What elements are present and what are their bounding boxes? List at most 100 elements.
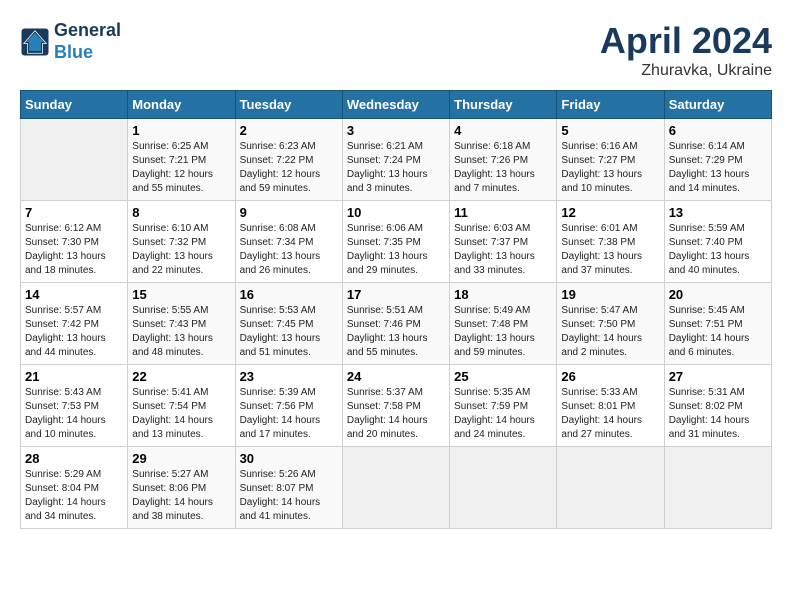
logo-icon bbox=[20, 27, 50, 57]
day-number: 29 bbox=[132, 451, 230, 466]
calendar-cell: 14 Sunrise: 5:57 AM Sunset: 7:42 PM Dayli… bbox=[21, 283, 128, 365]
calendar-week-4: 21 Sunrise: 5:43 AM Sunset: 7:53 PM Dayli… bbox=[21, 365, 772, 447]
day-number: 3 bbox=[347, 123, 445, 138]
calendar-cell bbox=[21, 119, 128, 201]
day-info: Sunrise: 5:29 AM Sunset: 8:04 PM Dayligh… bbox=[25, 468, 123, 524]
calendar-cell: 18 Sunrise: 5:49 AM Sunset: 7:48 PM Dayli… bbox=[450, 283, 557, 365]
day-info: Sunrise: 5:47 AM Sunset: 7:50 PM Dayligh… bbox=[561, 304, 659, 360]
calendar-week-1: 1 Sunrise: 6:25 AM Sunset: 7:21 PM Daylig… bbox=[21, 119, 772, 201]
calendar-cell: 28 Sunrise: 5:29 AM Sunset: 8:04 PM Dayli… bbox=[21, 447, 128, 529]
calendar-cell: 10 Sunrise: 6:06 AM Sunset: 7:35 PM Dayli… bbox=[342, 201, 449, 283]
day-info: Sunrise: 6:06 AM Sunset: 7:35 PM Dayligh… bbox=[347, 222, 445, 278]
calendar-cell: 9Sunrise: 6:08 AM Sunset: 7:34 PM Daylig… bbox=[235, 201, 342, 283]
calendar-week-5: 28 Sunrise: 5:29 AM Sunset: 8:04 PM Dayli… bbox=[21, 447, 772, 529]
day-number: 2 bbox=[240, 123, 338, 138]
weekday-header-sunday: Sunday bbox=[21, 91, 128, 119]
calendar-cell bbox=[557, 447, 664, 529]
weekday-header-thursday: Thursday bbox=[450, 91, 557, 119]
day-info: Sunrise: 6:14 AM Sunset: 7:29 PM Dayligh… bbox=[669, 140, 767, 196]
day-number: 18 bbox=[454, 287, 552, 302]
day-number: 14 bbox=[25, 287, 123, 302]
day-info: Sunrise: 5:26 AM Sunset: 8:07 PM Dayligh… bbox=[240, 468, 338, 524]
weekday-header-friday: Friday bbox=[557, 91, 664, 119]
calendar-cell bbox=[342, 447, 449, 529]
calendar-cell: 12 Sunrise: 6:01 AM Sunset: 7:38 PM Dayli… bbox=[557, 201, 664, 283]
calendar-cell: 2 Sunrise: 6:23 AM Sunset: 7:22 PM Daylig… bbox=[235, 119, 342, 201]
calendar-table: SundayMondayTuesdayWednesdayThursdayFrid… bbox=[20, 90, 772, 529]
page-header: General Blue April 2024 Zhuravka, Ukrain… bbox=[20, 20, 772, 80]
calendar-cell: 5Sunrise: 6:16 AM Sunset: 7:27 PM Daylig… bbox=[557, 119, 664, 201]
day-info: Sunrise: 5:43 AM Sunset: 7:53 PM Dayligh… bbox=[25, 386, 123, 442]
day-number: 11 bbox=[454, 205, 552, 220]
day-info: Sunrise: 6:23 AM Sunset: 7:22 PM Dayligh… bbox=[240, 140, 338, 196]
weekday-header-monday: Monday bbox=[128, 91, 235, 119]
calendar-cell: 27Sunrise: 5:31 AM Sunset: 8:02 PM Dayli… bbox=[664, 365, 771, 447]
calendar-cell: 6 Sunrise: 6:14 AM Sunset: 7:29 PM Daylig… bbox=[664, 119, 771, 201]
day-number: 23 bbox=[240, 369, 338, 384]
day-number: 6 bbox=[669, 123, 767, 138]
calendar-cell: 22Sunrise: 5:41 AM Sunset: 7:54 PM Dayli… bbox=[128, 365, 235, 447]
day-number: 12 bbox=[561, 205, 659, 220]
day-number: 15 bbox=[132, 287, 230, 302]
calendar-cell: 1 Sunrise: 6:25 AM Sunset: 7:21 PM Daylig… bbox=[128, 119, 235, 201]
day-info: Sunrise: 6:18 AM Sunset: 7:26 PM Dayligh… bbox=[454, 140, 552, 196]
calendar-cell: 19 Sunrise: 5:47 AM Sunset: 7:50 PM Dayli… bbox=[557, 283, 664, 365]
day-info: Sunrise: 6:21 AM Sunset: 7:24 PM Dayligh… bbox=[347, 140, 445, 196]
calendar-cell: 13 Sunrise: 5:59 AM Sunset: 7:40 PM Dayli… bbox=[664, 201, 771, 283]
day-number: 19 bbox=[561, 287, 659, 302]
calendar-cell: 29 Sunrise: 5:27 AM Sunset: 8:06 PM Dayli… bbox=[128, 447, 235, 529]
calendar-cell: 25Sunrise: 5:35 AM Sunset: 7:59 PM Dayli… bbox=[450, 365, 557, 447]
day-info: Sunrise: 5:37 AM Sunset: 7:58 PM Dayligh… bbox=[347, 386, 445, 442]
day-info: Sunrise: 6:25 AM Sunset: 7:21 PM Dayligh… bbox=[132, 140, 230, 196]
day-number: 24 bbox=[347, 369, 445, 384]
day-info: Sunrise: 5:57 AM Sunset: 7:42 PM Dayligh… bbox=[25, 304, 123, 360]
weekday-header-row: SundayMondayTuesdayWednesdayThursdayFrid… bbox=[21, 91, 772, 119]
day-info: Sunrise: 5:53 AM Sunset: 7:45 PM Dayligh… bbox=[240, 304, 338, 360]
day-info: Sunrise: 6:08 AM Sunset: 7:34 PM Dayligh… bbox=[240, 222, 338, 278]
day-number: 1 bbox=[132, 123, 230, 138]
day-info: Sunrise: 6:01 AM Sunset: 7:38 PM Dayligh… bbox=[561, 222, 659, 278]
location-subtitle: Zhuravka, Ukraine bbox=[600, 62, 772, 80]
calendar-cell: 7 Sunrise: 6:12 AM Sunset: 7:30 PM Daylig… bbox=[21, 201, 128, 283]
day-info: Sunrise: 5:31 AM Sunset: 8:02 PM Dayligh… bbox=[669, 386, 767, 442]
calendar-cell: 8Sunrise: 6:10 AM Sunset: 7:32 PM Daylig… bbox=[128, 201, 235, 283]
day-number: 13 bbox=[669, 205, 767, 220]
calendar-cell: 24 Sunrise: 5:37 AM Sunset: 7:58 PM Dayli… bbox=[342, 365, 449, 447]
day-number: 17 bbox=[347, 287, 445, 302]
day-number: 22 bbox=[132, 369, 230, 384]
day-number: 7 bbox=[25, 205, 123, 220]
day-info: Sunrise: 6:10 AM Sunset: 7:32 PM Dayligh… bbox=[132, 222, 230, 278]
day-number: 28 bbox=[25, 451, 123, 466]
day-info: Sunrise: 6:12 AM Sunset: 7:30 PM Dayligh… bbox=[25, 222, 123, 278]
calendar-cell: 4 Sunrise: 6:18 AM Sunset: 7:26 PM Daylig… bbox=[450, 119, 557, 201]
day-number: 21 bbox=[25, 369, 123, 384]
day-info: Sunrise: 5:59 AM Sunset: 7:40 PM Dayligh… bbox=[669, 222, 767, 278]
weekday-header-tuesday: Tuesday bbox=[235, 91, 342, 119]
day-info: Sunrise: 6:16 AM Sunset: 7:27 PM Dayligh… bbox=[561, 140, 659, 196]
day-number: 30 bbox=[240, 451, 338, 466]
calendar-cell: 23 Sunrise: 5:39 AM Sunset: 7:56 PM Dayli… bbox=[235, 365, 342, 447]
calendar-week-3: 14 Sunrise: 5:57 AM Sunset: 7:42 PM Dayli… bbox=[21, 283, 772, 365]
day-info: Sunrise: 5:27 AM Sunset: 8:06 PM Dayligh… bbox=[132, 468, 230, 524]
day-info: Sunrise: 6:03 AM Sunset: 7:37 PM Dayligh… bbox=[454, 222, 552, 278]
day-number: 4 bbox=[454, 123, 552, 138]
day-number: 25 bbox=[454, 369, 552, 384]
weekday-header-wednesday: Wednesday bbox=[342, 91, 449, 119]
calendar-cell bbox=[664, 447, 771, 529]
day-number: 20 bbox=[669, 287, 767, 302]
day-info: Sunrise: 5:49 AM Sunset: 7:48 PM Dayligh… bbox=[454, 304, 552, 360]
day-info: Sunrise: 5:55 AM Sunset: 7:43 PM Dayligh… bbox=[132, 304, 230, 360]
day-info: Sunrise: 5:45 AM Sunset: 7:51 PM Dayligh… bbox=[669, 304, 767, 360]
calendar-cell: 3 Sunrise: 6:21 AM Sunset: 7:24 PM Daylig… bbox=[342, 119, 449, 201]
day-info: Sunrise: 5:39 AM Sunset: 7:56 PM Dayligh… bbox=[240, 386, 338, 442]
calendar-week-2: 7 Sunrise: 6:12 AM Sunset: 7:30 PM Daylig… bbox=[21, 201, 772, 283]
calendar-cell: 11 Sunrise: 6:03 AM Sunset: 7:37 PM Dayli… bbox=[450, 201, 557, 283]
calendar-cell: 26Sunrise: 5:33 AM Sunset: 8:01 PM Dayli… bbox=[557, 365, 664, 447]
calendar-cell: 20 Sunrise: 5:45 AM Sunset: 7:51 PM Dayli… bbox=[664, 283, 771, 365]
month-title: April 2024 bbox=[600, 20, 772, 62]
day-info: Sunrise: 5:51 AM Sunset: 7:46 PM Dayligh… bbox=[347, 304, 445, 360]
day-number: 16 bbox=[240, 287, 338, 302]
calendar-cell: 30 Sunrise: 5:26 AM Sunset: 8:07 PM Dayli… bbox=[235, 447, 342, 529]
logo: General Blue bbox=[20, 20, 121, 63]
day-number: 10 bbox=[347, 205, 445, 220]
